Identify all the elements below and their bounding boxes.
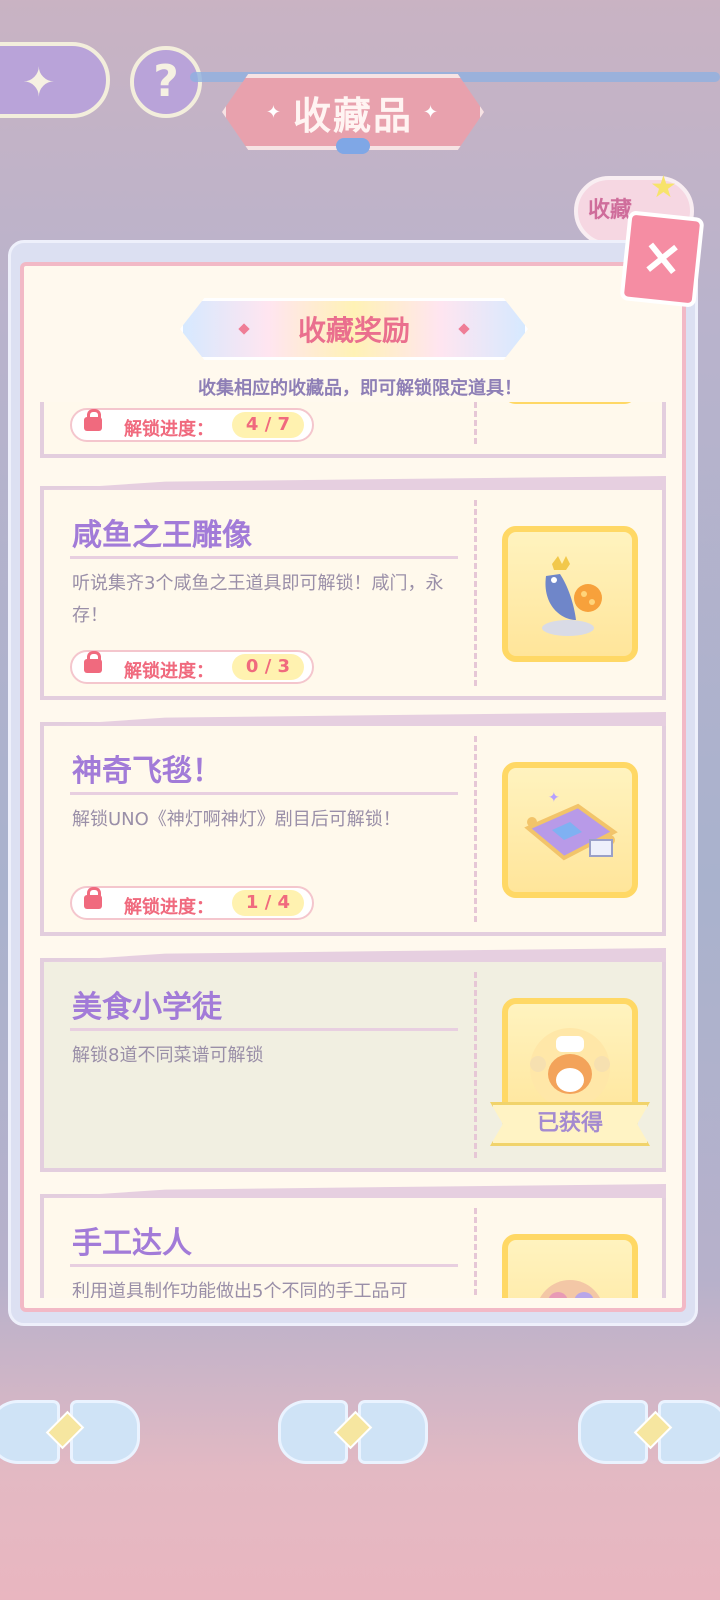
star-icon: ★	[650, 170, 677, 205]
card-divider	[474, 972, 477, 1158]
reward-card: 神奇飞毯！ 解锁UNO《神灯啊神灯》剧目后可解锁！ 解锁进度： 1 / 4 ✦	[40, 712, 666, 936]
chef-hamster-icon	[530, 1028, 610, 1108]
diamond-icon	[458, 323, 470, 335]
bow-icon	[0, 1390, 140, 1480]
unlock-progress: 解锁进度： 1 / 4	[70, 886, 314, 920]
back-button[interactable]: ✦	[0, 42, 110, 118]
card-divider	[474, 402, 477, 444]
reward-name: 手工达人	[72, 1226, 192, 1261]
bow-icon	[278, 1390, 428, 1480]
card-divider	[474, 500, 477, 686]
card-divider	[474, 1208, 477, 1298]
reward-desc: 解锁UNO《神灯啊神灯》剧目后可解锁！	[72, 809, 401, 830]
reward-card: 美食小学徒 解锁8道不同菜谱可解锁 已获得	[40, 948, 666, 1172]
bow-icon	[578, 1390, 720, 1480]
name-underline	[70, 1028, 458, 1031]
bow-icon	[336, 138, 370, 154]
lock-icon	[84, 409, 102, 431]
progress-value: 1 / 4	[232, 890, 304, 916]
card-edge	[40, 948, 666, 962]
lock-icon	[84, 887, 102, 909]
reward-card: 解锁进度： 4 / 7	[40, 402, 666, 458]
dialog-hint: 收集相应的收藏品，即可解锁限定道具！	[198, 378, 522, 399]
card-divider	[474, 736, 477, 922]
name-underline	[70, 556, 458, 559]
name-underline	[70, 792, 458, 795]
progress-label: 解锁进度：	[124, 419, 214, 440]
magic-carpet-icon: ✦	[524, 790, 618, 861]
reward-thumbnail[interactable]	[502, 402, 638, 404]
diamond-icon	[238, 323, 250, 335]
sparkle-icon: ✦	[423, 101, 441, 123]
card-edge	[40, 1184, 666, 1198]
unlock-progress: 解锁进度： 4 / 7	[70, 408, 314, 442]
fish-king-statue-icon	[542, 556, 602, 636]
unlock-progress: 解锁进度： 0 / 3	[70, 650, 314, 684]
reward-thumbnail[interactable]	[502, 1234, 638, 1298]
help-button[interactable]: ?	[130, 46, 202, 118]
reward-thumbnail[interactable]	[502, 526, 638, 662]
reward-desc: 听说集齐3个咸鱼之王道具即可解锁！咸门，永存！	[72, 573, 444, 626]
card-edge	[40, 712, 666, 726]
card-edge	[40, 476, 666, 490]
reward-thumbnail[interactable]: ✦	[502, 762, 638, 898]
progress-value: 4 / 7	[232, 412, 304, 438]
reward-desc: 利用道具制作功能做出5个不同的手工品可	[72, 1281, 408, 1298]
lock-icon	[84, 651, 102, 673]
reward-name: 咸鱼之王雕像	[72, 518, 252, 553]
reward-name: 美食小学徒	[72, 990, 222, 1025]
back-arrow-icon: ✦	[22, 60, 56, 106]
obtained-badge: 已获得	[490, 1102, 650, 1146]
reward-card: 手工达人 利用道具制作功能做出5个不同的手工品可	[40, 1184, 666, 1298]
name-underline	[70, 1264, 458, 1267]
craft-cat-icon	[540, 1280, 600, 1298]
progress-label: 解锁进度：	[124, 897, 214, 918]
reward-card: 咸鱼之王雕像 听说集齐3个咸鱼之王道具即可解锁！咸门，永存！ 解锁进度： 0 /…	[40, 476, 666, 700]
progress-label: 解锁进度：	[124, 661, 214, 682]
reward-desc: 解锁8道不同菜谱可解锁	[72, 1045, 264, 1066]
close-button[interactable]: ×	[619, 210, 705, 308]
reward-name: 神奇飞毯！	[72, 754, 222, 789]
sparkle-icon: ✦	[265, 101, 283, 123]
reward-list[interactable]: 解锁进度： 4 / 7 咸鱼之王雕像 听说集齐3个咸鱼之王道具即可解锁！咸门，永…	[30, 402, 680, 1298]
dialog-title: 收藏奖励	[297, 314, 410, 347]
dialog-title-banner: 收藏奖励	[180, 298, 528, 360]
svg-text:✦: ✦	[548, 790, 560, 806]
progress-value: 0 / 3	[232, 654, 304, 680]
bottom-decoration	[0, 1390, 720, 1500]
page-title: 收藏品	[292, 93, 413, 138]
